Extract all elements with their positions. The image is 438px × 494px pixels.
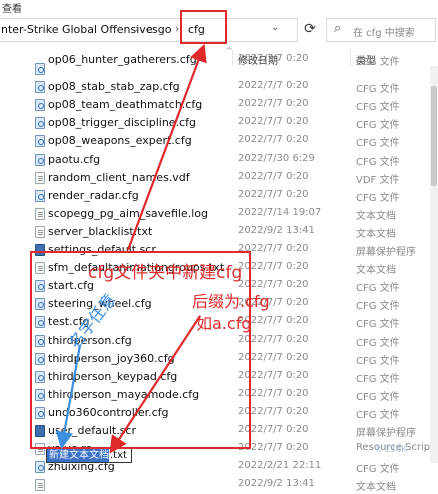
annotation-suffix: 后缀为.cfg (192, 292, 270, 311)
file-date: 2022/7/7 0:20 (238, 53, 309, 64)
breadcrumb-separator-icon[interactable]: › (135, 22, 139, 35)
search-placeholder: 在 cfg 中搜索 (353, 28, 415, 39)
cfg-file-icon (35, 189, 45, 202)
file-type: CFG 文件 (356, 391, 400, 403)
address-dropdown-icon[interactable]: ⌄ (271, 22, 279, 33)
vertical-scrollbar[interactable] (430, 66, 438, 463)
file-date: 2022/7/7 0:20 (238, 170, 309, 182)
file-type: CFG 文件 (356, 355, 400, 367)
cfg-file-icon (35, 81, 45, 94)
file-type: CFG 文件 (356, 156, 400, 168)
file-date: 2022/7/7 0:20 (238, 188, 309, 200)
file-type: CFG 文件 (356, 464, 400, 476)
scrollbar-thumb[interactable] (431, 86, 437, 186)
file-type: CFG 文件 (356, 192, 400, 204)
file-name[interactable]: scopegg_pg_aim_savefile.log (48, 207, 208, 220)
annotation-new-cfg: cfg文件夹中新建cfg (88, 263, 243, 283)
file-date: 2022/2/21 22:11 (238, 460, 322, 472)
file-row[interactable]: op08_team_deathmatch.cfg 2022/7/7 0:20 CFG… (0, 96, 438, 114)
file-date: 2022/7/7 0:20 (238, 116, 309, 128)
rename-input[interactable]: 新建文本文档 .txt (46, 448, 132, 463)
file-type: 文本文档 (356, 482, 396, 494)
search-box[interactable]: ⌕ 在 cfg 中搜索 (326, 18, 436, 42)
file-row[interactable]: op08_trigger_discipline.cfg 2022/7/7 0:20… (0, 114, 438, 132)
file-row[interactable]: op06_hunter_gatherers.cfg 2022/7/7 0:20 CF… (0, 53, 438, 78)
cfg-highlight-box (180, 10, 227, 44)
file-row[interactable]: paotu.cfg 2022/7/30 6:29 CFG 文件 (0, 151, 438, 169)
file-type: CFG 文件 (356, 283, 400, 295)
file-type: VDF 文件 (356, 174, 400, 186)
file-type: CFG 文件 (356, 373, 400, 385)
file-name[interactable]: op08_team_deathmatch.cfg (48, 98, 202, 111)
cfg-file-icon (35, 99, 45, 112)
file-type: CFG 文件 (356, 120, 400, 132)
file-date: 2022/7/7 0:20 (238, 98, 309, 110)
file-type: CFG 文件 (356, 102, 400, 114)
file-name[interactable]: op08_weapons_expert.cfg (48, 134, 192, 147)
file-row[interactable]: server_blacklist.txt 2022/9/2 13:41 文本文档 (0, 223, 438, 241)
file-name[interactable]: render_radar.cfg (48, 189, 139, 202)
file-type: 文本文档 (356, 210, 396, 222)
file-name[interactable]: op06_hunter_gatherers.cfg (48, 53, 197, 66)
file-type: 屏幕保护程序 (356, 247, 416, 258)
file-date: 2022/7/7 0:20 (238, 134, 309, 146)
address-bar[interactable]: nter-Strike Global Offensive › csgo › cf… (0, 18, 298, 42)
file-type: CFG 文件 (356, 409, 400, 421)
file-type: CFG 文件 (356, 319, 400, 331)
file-row[interactable]: render_radar.cfg 2022/7/7 0:20 CFG 文件 (0, 187, 438, 205)
text-file-icon (35, 207, 45, 220)
rename-selected-text[interactable]: 新建文本文档 (47, 449, 109, 462)
cfg-file-icon (35, 63, 45, 75)
cfg-file-icon (35, 153, 45, 166)
search-icon: ⌕ (334, 21, 342, 36)
annotation-example: 如a.cfg (196, 314, 252, 333)
file-row[interactable]: 2022/9/2 13:41 文本文档 (0, 476, 438, 494)
file-date: 2022/7/14 19:07 (238, 206, 322, 218)
breadcrumb-csgo[interactable]: csgo (146, 23, 172, 36)
file-name[interactable]: server_blacklist.txt (48, 225, 152, 238)
file-name[interactable]: op08_stab_stab_zap.cfg (48, 80, 180, 93)
text-file-icon (35, 479, 45, 492)
file-name[interactable]: random_client_names.vdf (48, 171, 190, 184)
refresh-icon[interactable]: ⟳ (300, 19, 320, 39)
breadcrumb-separator-icon[interactable]: › (175, 22, 179, 35)
view-menu[interactable]: 查看 (2, 0, 22, 15)
text-file-icon (35, 171, 45, 184)
file-date: 2022/9/2 13:41 (238, 224, 315, 236)
watermark: k 134K (376, 445, 408, 455)
file-type: CFG 文件 (356, 57, 400, 68)
rename-extension[interactable]: .txt (110, 449, 127, 462)
text-file-icon (35, 225, 45, 238)
file-row[interactable]: op08_stab_stab_zap.cfg 2022/7/7 0:20 CFG 文… (0, 78, 438, 96)
file-date: 2022/9/2 13:41 (238, 478, 315, 490)
file-row[interactable]: scopegg_pg_aim_savefile.log 2022/7/14 19:… (0, 205, 438, 223)
file-name[interactable]: paotu.cfg (48, 153, 100, 166)
file-row[interactable]: op08_weapons_expert.cfg 2022/7/7 0:20 CFG … (0, 132, 438, 150)
file-type: 屏幕保护程序 (356, 428, 416, 439)
file-type: 文本文档 (356, 265, 396, 277)
file-date: 2022/7/30 6:29 (238, 152, 315, 164)
file-type: CFG 文件 (356, 301, 400, 313)
file-name[interactable]: op08_trigger_discipline.cfg (48, 116, 196, 129)
file-date: 2022/7/7 0:20 (238, 80, 309, 92)
cfg-file-icon (35, 117, 45, 130)
file-type: CFG 文件 (356, 337, 400, 349)
breadcrumb-game[interactable]: nter-Strike Global Offensive (1, 23, 153, 36)
file-type: CFG 文件 (356, 84, 400, 96)
file-row[interactable]: random_client_names.vdf 2022/7/7 0:20 VDF … (0, 169, 438, 187)
cfg-file-icon (35, 135, 45, 148)
file-type: CFG 文件 (356, 138, 400, 150)
file-type: 文本文档 (356, 228, 396, 240)
